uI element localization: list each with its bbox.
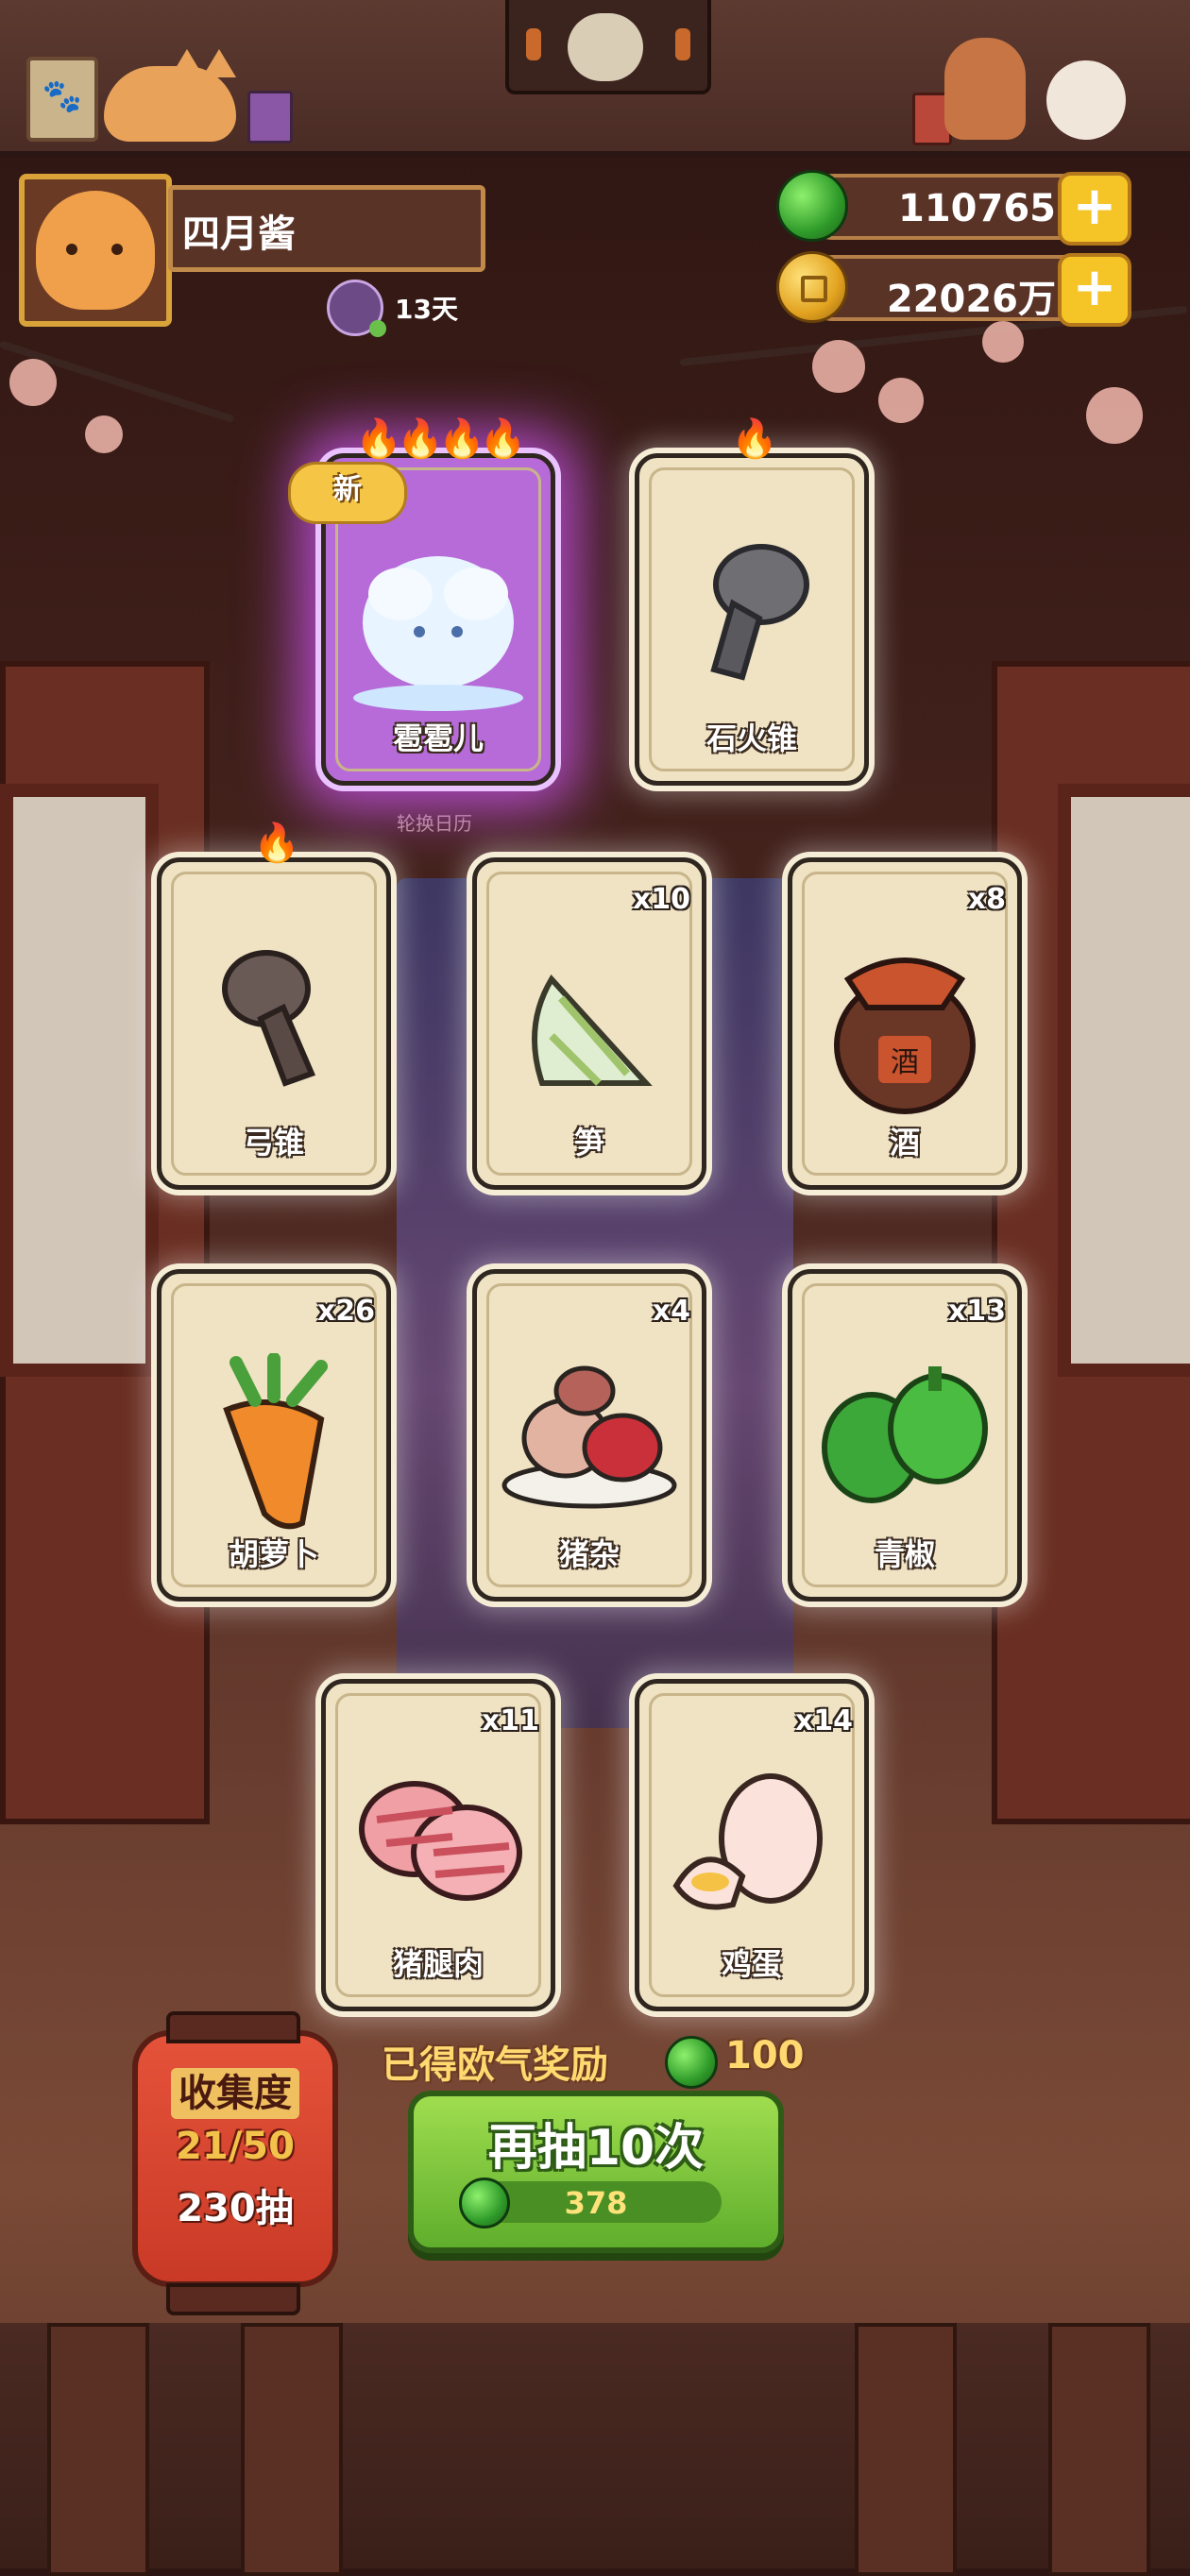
white-cat-decoration bbox=[1046, 60, 1126, 140]
player-name: 四月酱 bbox=[182, 212, 296, 256]
card-count: x26 bbox=[316, 1295, 375, 1328]
player-name-plate: 四月酱 bbox=[168, 185, 485, 272]
foreground-post bbox=[241, 2323, 343, 2576]
collection-draws: 230抽 bbox=[177, 2187, 294, 2230]
blossom bbox=[982, 321, 1024, 363]
hanging-scroll bbox=[505, 0, 711, 94]
card-wine-jar[interactable]: 酒 x8 酒 bbox=[788, 857, 1022, 1190]
collection-lantern[interactable]: 收集度 21/50 230抽 bbox=[132, 2011, 338, 2315]
collection-progress: 21/50 bbox=[176, 2125, 295, 2168]
blossom bbox=[812, 340, 865, 393]
card-stone-cone[interactable]: 🔥 石火锥 bbox=[635, 420, 869, 786]
redraw-cost: 378 bbox=[459, 2178, 722, 2229]
lattice-window-right bbox=[1058, 784, 1190, 1377]
coin-icon bbox=[776, 251, 848, 323]
card-green-pepper[interactable]: x13 青椒 bbox=[788, 1269, 1022, 1602]
card-label: 笋 bbox=[573, 1125, 604, 1161]
blossom bbox=[878, 378, 924, 423]
pork-offal-icon bbox=[500, 1353, 679, 1517]
carrot-icon bbox=[198, 1352, 349, 1536]
collection-title: 收集度 bbox=[138, 2062, 332, 2119]
streak-avatar-icon[interactable] bbox=[327, 280, 386, 337]
new-badge: 新 bbox=[288, 462, 407, 524]
jade-amount: 110765 bbox=[898, 187, 1056, 230]
jade-icon bbox=[665, 2036, 718, 2089]
blossom bbox=[85, 415, 123, 453]
card-cloud-spirit[interactable]: 🔥🔥🔥🔥 新雹雹儿 bbox=[288, 420, 555, 786]
purple-box-decoration bbox=[247, 91, 293, 144]
coin-amount: 22026万 bbox=[886, 278, 1056, 321]
card-pork-leg[interactable]: x11 猪腿肉 bbox=[321, 1679, 555, 2011]
card-label: 猪杂 bbox=[558, 1536, 620, 1572]
card-count: x11 bbox=[481, 1704, 539, 1737]
cat-avatar-icon bbox=[36, 191, 155, 310]
card-pork-offal[interactable]: x4 猪杂 bbox=[472, 1269, 706, 1602]
foreground-post bbox=[47, 2323, 149, 2576]
card-label: 石火锥 bbox=[706, 720, 797, 756]
flame-icon: 🔥 bbox=[253, 822, 300, 865]
flame-icon: 🔥🔥🔥🔥 bbox=[355, 417, 526, 461]
card-count: x10 bbox=[632, 883, 690, 916]
pork-leg-icon bbox=[348, 1763, 528, 1908]
calendar-label: 轮换日历 bbox=[397, 812, 472, 835]
card-label: 酒 bbox=[889, 1125, 920, 1161]
card-bow-cone[interactable]: 🔥 弓锥 bbox=[157, 824, 391, 1190]
green-pepper-icon bbox=[815, 1353, 994, 1517]
card-label: 雹雹儿 bbox=[392, 720, 484, 756]
card-label: 鸡蛋 bbox=[721, 1946, 782, 1982]
lamp-icon bbox=[526, 28, 541, 60]
card-label: 青椒 bbox=[874, 1536, 935, 1572]
chibi-character-decoration bbox=[944, 38, 1026, 140]
card-egg[interactable]: x14 鸡蛋 bbox=[635, 1679, 869, 2011]
redraw-cost-value: 378 bbox=[564, 2185, 628, 2221]
coin-currency-bar: 22026万 + bbox=[803, 253, 1131, 327]
foreground-table bbox=[0, 2323, 1190, 2568]
card-label: 弓锥 bbox=[243, 1125, 304, 1161]
card-label: 胡萝卜 bbox=[228, 1536, 319, 1572]
wine-jar-icon: 酒 bbox=[820, 941, 990, 1125]
card-count: x4 bbox=[652, 1295, 690, 1328]
card-bamboo-shoot[interactable]: x10 笋 bbox=[472, 857, 706, 1190]
add-jade-button[interactable]: + bbox=[1058, 172, 1131, 246]
paw-frame-icon: 🐾 bbox=[26, 57, 98, 142]
foreground-post bbox=[1048, 2323, 1150, 2576]
blossom bbox=[9, 359, 57, 406]
redraw-10-button[interactable]: 再抽10次 378 bbox=[408, 2091, 784, 2253]
jade-currency-bar: 110765 + bbox=[803, 172, 1131, 246]
sleeping-cat-decoration bbox=[104, 49, 236, 142]
card-carrot[interactable]: x26 胡萝卜 bbox=[157, 1269, 391, 1602]
card-label: 猪腿肉 bbox=[392, 1946, 484, 1982]
cloud-spirit-icon bbox=[344, 537, 533, 720]
top-shelf: 🐾 bbox=[0, 0, 1190, 157]
lamp-icon bbox=[675, 28, 690, 60]
redraw-label: 再抽10次 bbox=[487, 2120, 705, 2177]
reward-label: 已得欧气奖励 bbox=[382, 2043, 608, 2087]
add-coins-button[interactable]: + bbox=[1058, 253, 1131, 327]
bamboo-shoot-icon bbox=[514, 941, 665, 1106]
jade-icon bbox=[776, 170, 848, 242]
card-count: x14 bbox=[794, 1704, 853, 1737]
egg-icon bbox=[667, 1763, 837, 1927]
foreground-post bbox=[855, 2323, 957, 2576]
blossom bbox=[1086, 387, 1143, 444]
streak-days: 13天 bbox=[395, 294, 458, 325]
stone-cone-icon bbox=[686, 537, 818, 692]
player-avatar[interactable] bbox=[19, 174, 172, 327]
flame-icon: 🔥 bbox=[731, 417, 778, 461]
reward-value: 100 bbox=[725, 2034, 805, 2077]
bow-cone-icon bbox=[208, 941, 340, 1096]
character-portrait bbox=[568, 13, 643, 81]
card-count: x13 bbox=[947, 1295, 1006, 1328]
card-count: x8 bbox=[967, 883, 1006, 916]
svg-text:酒: 酒 bbox=[891, 1046, 919, 1079]
lattice-window-left bbox=[0, 784, 159, 1377]
